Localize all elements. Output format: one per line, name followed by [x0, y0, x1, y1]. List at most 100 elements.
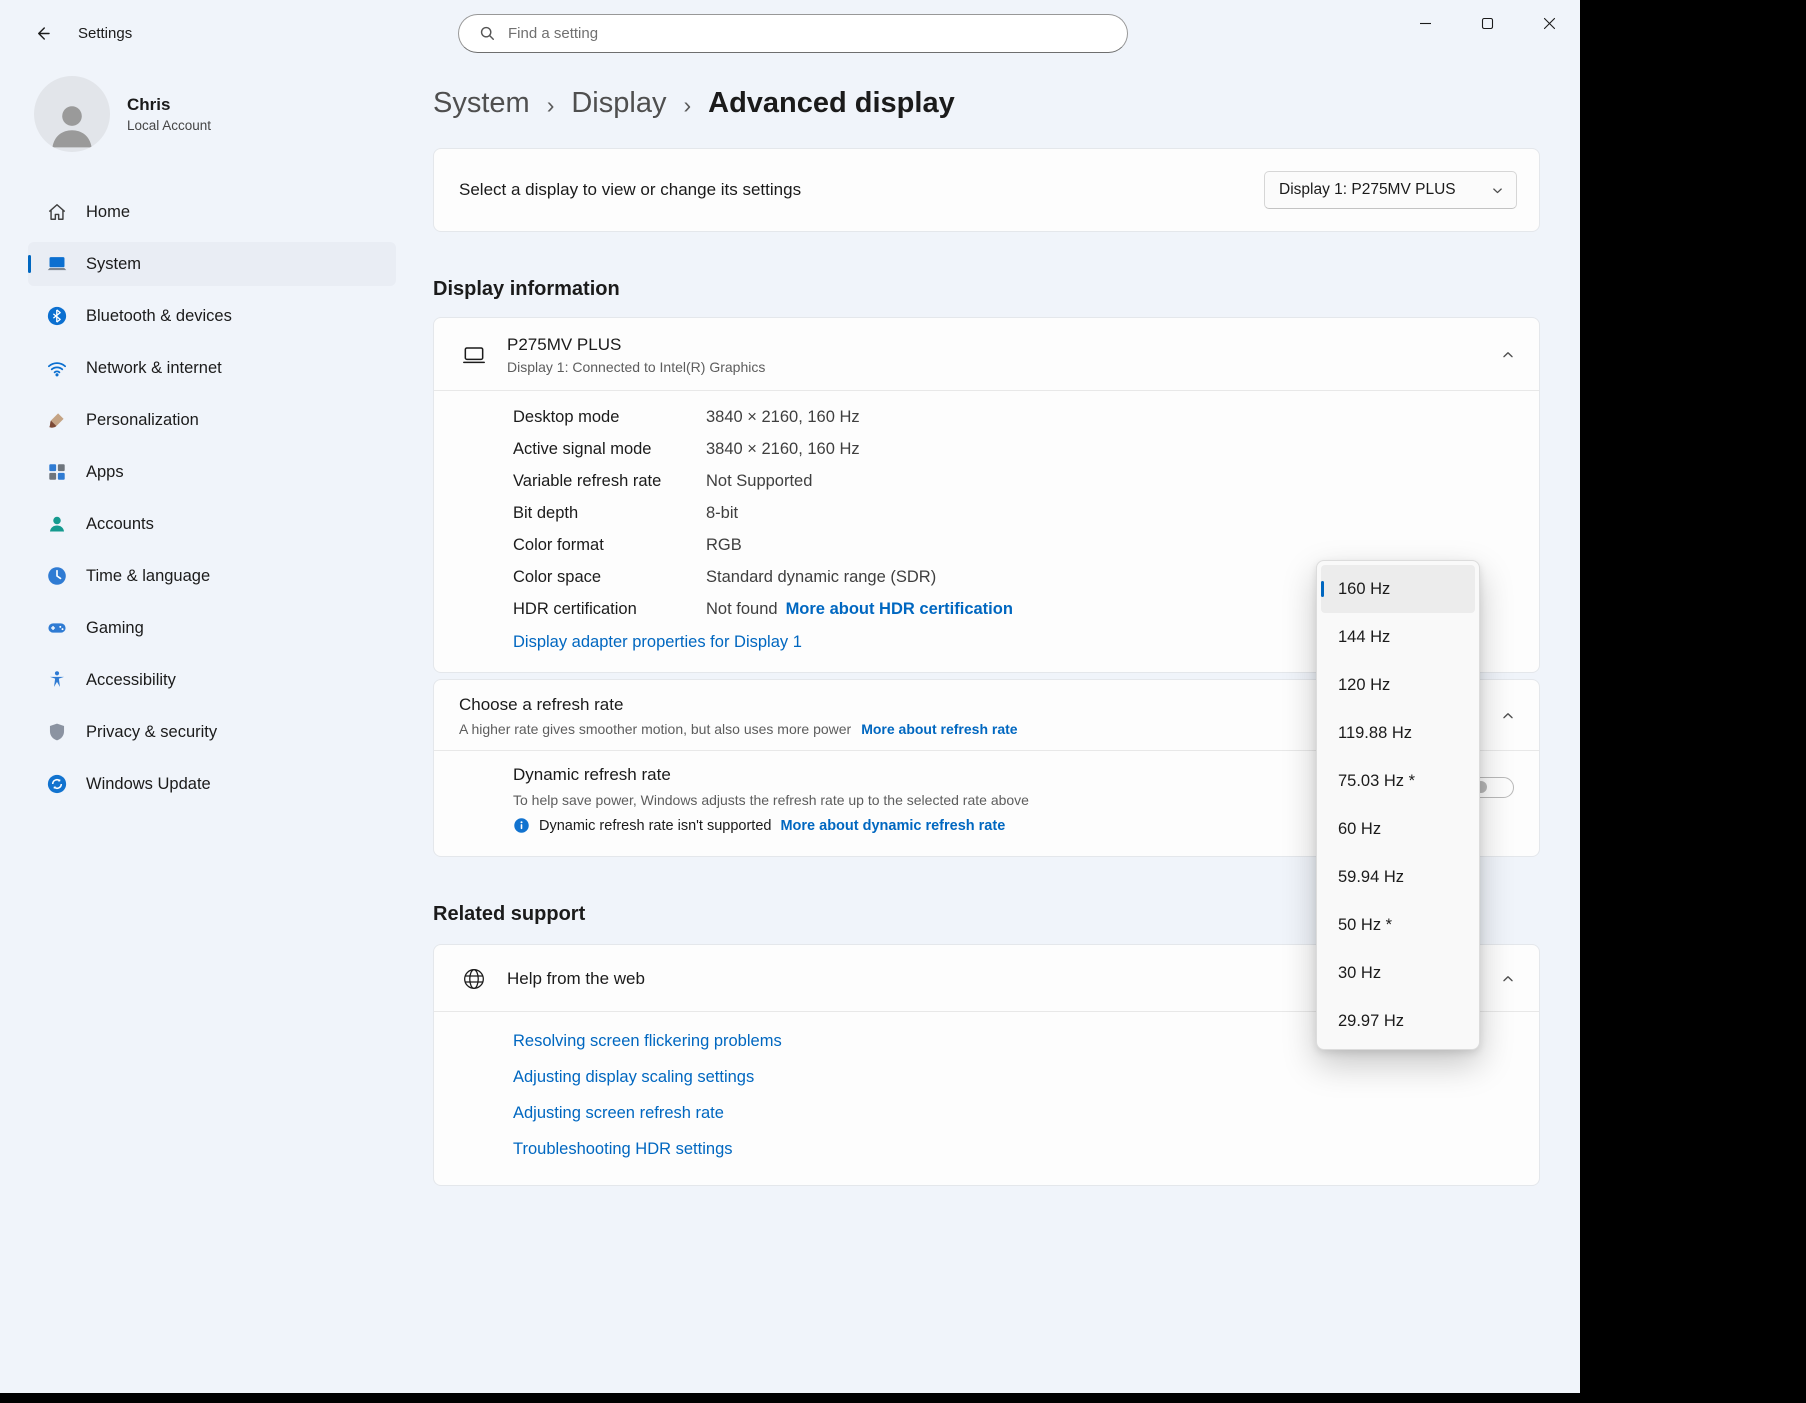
user-name: Chris	[127, 95, 211, 115]
privacy-security-icon	[46, 721, 68, 743]
refresh-rate-option[interactable]: 160 Hz	[1321, 565, 1475, 613]
page-title: Advanced display	[708, 87, 955, 120]
sidebar-item-privacy-security[interactable]: Privacy & security	[28, 710, 396, 754]
refresh-rate-flyout: 160 Hz 144 Hz 120 Hz 119.88 Hz 75.03 Hz …	[1316, 560, 1480, 1050]
user-info: Chris Local Account	[127, 95, 211, 133]
device-name: P275MV PLUS	[507, 335, 765, 355]
monitor-icon	[461, 342, 487, 368]
network-icon	[46, 357, 68, 379]
search-icon	[479, 25, 496, 42]
refresh-rate-option[interactable]: 59.94 Hz	[1321, 853, 1475, 901]
user-account-type: Local Account	[127, 118, 211, 133]
windows-update-icon	[46, 773, 68, 795]
apps-icon	[46, 461, 68, 483]
display-adapter-properties-link[interactable]: Display adapter properties for Display 1	[513, 633, 802, 652]
back-arrow-icon	[34, 24, 53, 43]
refresh-rate-option[interactable]: 60 Hz	[1321, 805, 1475, 853]
help-from-web-title: Help from the web	[507, 969, 645, 989]
chevron-right-icon: ›	[547, 88, 555, 119]
info-row-variable-refresh-rate: Variable refresh rate Not Supported	[513, 465, 1514, 497]
sidebar-item-label: Time & language	[86, 567, 210, 586]
chevron-down-icon	[1491, 184, 1504, 197]
collapse-help-button[interactable]	[1491, 962, 1525, 996]
sidebar-item-personalization[interactable]: Personalization	[28, 398, 396, 442]
home-icon	[46, 201, 68, 223]
refresh-rate-option[interactable]: 119.88 Hz	[1321, 709, 1475, 757]
maximize-icon	[1481, 17, 1494, 30]
refresh-rate-option[interactable]: 29.97 Hz	[1321, 997, 1475, 1045]
time-language-icon	[46, 565, 68, 587]
refresh-rate-option[interactable]: 75.03 Hz *	[1321, 757, 1475, 805]
accounts-icon	[46, 513, 68, 535]
desktop-background: Settings	[0, 0, 1806, 1403]
info-row-active-signal-mode: Active signal mode 3840 × 2160, 160 Hz	[513, 433, 1514, 465]
bluetooth-icon	[46, 305, 68, 327]
collapse-refresh-rate-button[interactable]	[1491, 699, 1525, 733]
sidebar-item-network-internet[interactable]: Network & internet	[28, 346, 396, 390]
refresh-rate-option[interactable]: 30 Hz	[1321, 949, 1475, 997]
chevron-up-icon	[1501, 709, 1515, 723]
user-profile[interactable]: Chris Local Account	[34, 76, 211, 152]
breadcrumb: System › Display › Advanced display	[433, 66, 1540, 126]
device-info: P275MV PLUS Display 1: Connected to Inte…	[507, 335, 765, 375]
sidebar-item-label: Accounts	[86, 515, 154, 534]
dynamic-refresh-rate-status: Dynamic refresh rate isn't supported	[539, 818, 771, 834]
titlebar: Settings	[0, 0, 1580, 66]
refresh-rate-option[interactable]: 144 Hz	[1321, 613, 1475, 661]
display-selector-card: Select a display to view or change its s…	[433, 148, 1540, 232]
dynamic-refresh-rate-text: Dynamic refresh rate To help save power,…	[513, 765, 1029, 834]
person-icon	[44, 96, 100, 152]
refresh-rate-option[interactable]: 120 Hz	[1321, 661, 1475, 709]
globe-icon	[461, 966, 487, 992]
avatar	[34, 76, 110, 152]
sidebar-item-accessibility[interactable]: Accessibility	[28, 658, 396, 702]
refresh-rate-option[interactable]: 50 Hz *	[1321, 901, 1475, 949]
support-link-hdr-settings[interactable]: Troubleshooting HDR settings	[513, 1140, 1514, 1159]
sidebar-item-label: Accessibility	[86, 671, 176, 690]
support-link-screen-refresh-rate[interactable]: Adjusting screen refresh rate	[513, 1104, 1514, 1123]
sidebar: Chris Local Account Home System Bluetoot…	[0, 66, 412, 1393]
minimize-icon	[1419, 17, 1432, 30]
more-about-dynamic-refresh-rate-link[interactable]: More about dynamic refresh rate	[780, 818, 1005, 834]
chevron-right-icon: ›	[683, 88, 691, 119]
info-row-bit-depth: Bit depth 8-bit	[513, 497, 1514, 529]
support-link-display-scaling[interactable]: Adjusting display scaling settings	[513, 1068, 1514, 1087]
chevron-up-icon	[1501, 348, 1515, 362]
close-icon	[1543, 17, 1556, 30]
breadcrumb-display[interactable]: Display	[571, 87, 666, 120]
window-controls	[1394, 0, 1580, 46]
maximize-button[interactable]	[1456, 0, 1518, 46]
sidebar-item-bluetooth-devices[interactable]: Bluetooth & devices	[28, 294, 396, 338]
sidebar-item-system[interactable]: System	[28, 242, 396, 286]
display-information-header[interactable]: P275MV PLUS Display 1: Connected to Inte…	[434, 318, 1539, 390]
sidebar-item-label: Network & internet	[86, 359, 222, 378]
display-selector-dropdown[interactable]: Display 1: P275MV PLUS	[1264, 171, 1517, 209]
sidebar-item-label: System	[86, 255, 141, 274]
sidebar-item-time-language[interactable]: Time & language	[28, 554, 396, 598]
sidebar-item-apps[interactable]: Apps	[28, 450, 396, 494]
display-selector-label: Select a display to view or change its s…	[459, 180, 801, 200]
more-about-refresh-rate-link[interactable]: More about refresh rate	[861, 721, 1017, 737]
search-box[interactable]	[458, 14, 1128, 53]
sidebar-item-label: Personalization	[86, 411, 199, 430]
refresh-rate-title: Choose a refresh rate	[459, 695, 1018, 715]
refresh-rate-description: A higher rate gives smoother motion, but…	[459, 721, 851, 737]
refresh-rate-text: Choose a refresh rate A higher rate give…	[459, 695, 1018, 737]
sidebar-item-gaming[interactable]: Gaming	[28, 606, 396, 650]
search-input[interactable]	[508, 25, 1111, 42]
minimize-button[interactable]	[1394, 0, 1456, 46]
app-title: Settings	[78, 25, 132, 42]
hdr-certification-link[interactable]: More about HDR certification	[786, 600, 1013, 619]
back-button[interactable]	[25, 15, 61, 51]
dynamic-refresh-rate-title: Dynamic refresh rate	[513, 765, 1029, 785]
sidebar-item-accounts[interactable]: Accounts	[28, 502, 396, 546]
breadcrumb-system[interactable]: System	[433, 87, 530, 120]
close-button[interactable]	[1518, 0, 1580, 46]
sidebar-item-windows-update[interactable]: Windows Update	[28, 762, 396, 806]
collapse-display-info-button[interactable]	[1491, 338, 1525, 372]
sidebar-item-home[interactable]: Home	[28, 190, 396, 234]
dynamic-refresh-rate-description: To help save power, Windows adjusts the …	[513, 792, 1029, 808]
sidebar-item-label: Windows Update	[86, 775, 211, 794]
sidebar-item-label: Apps	[86, 463, 124, 482]
display-information-heading: Display information	[433, 278, 1540, 301]
